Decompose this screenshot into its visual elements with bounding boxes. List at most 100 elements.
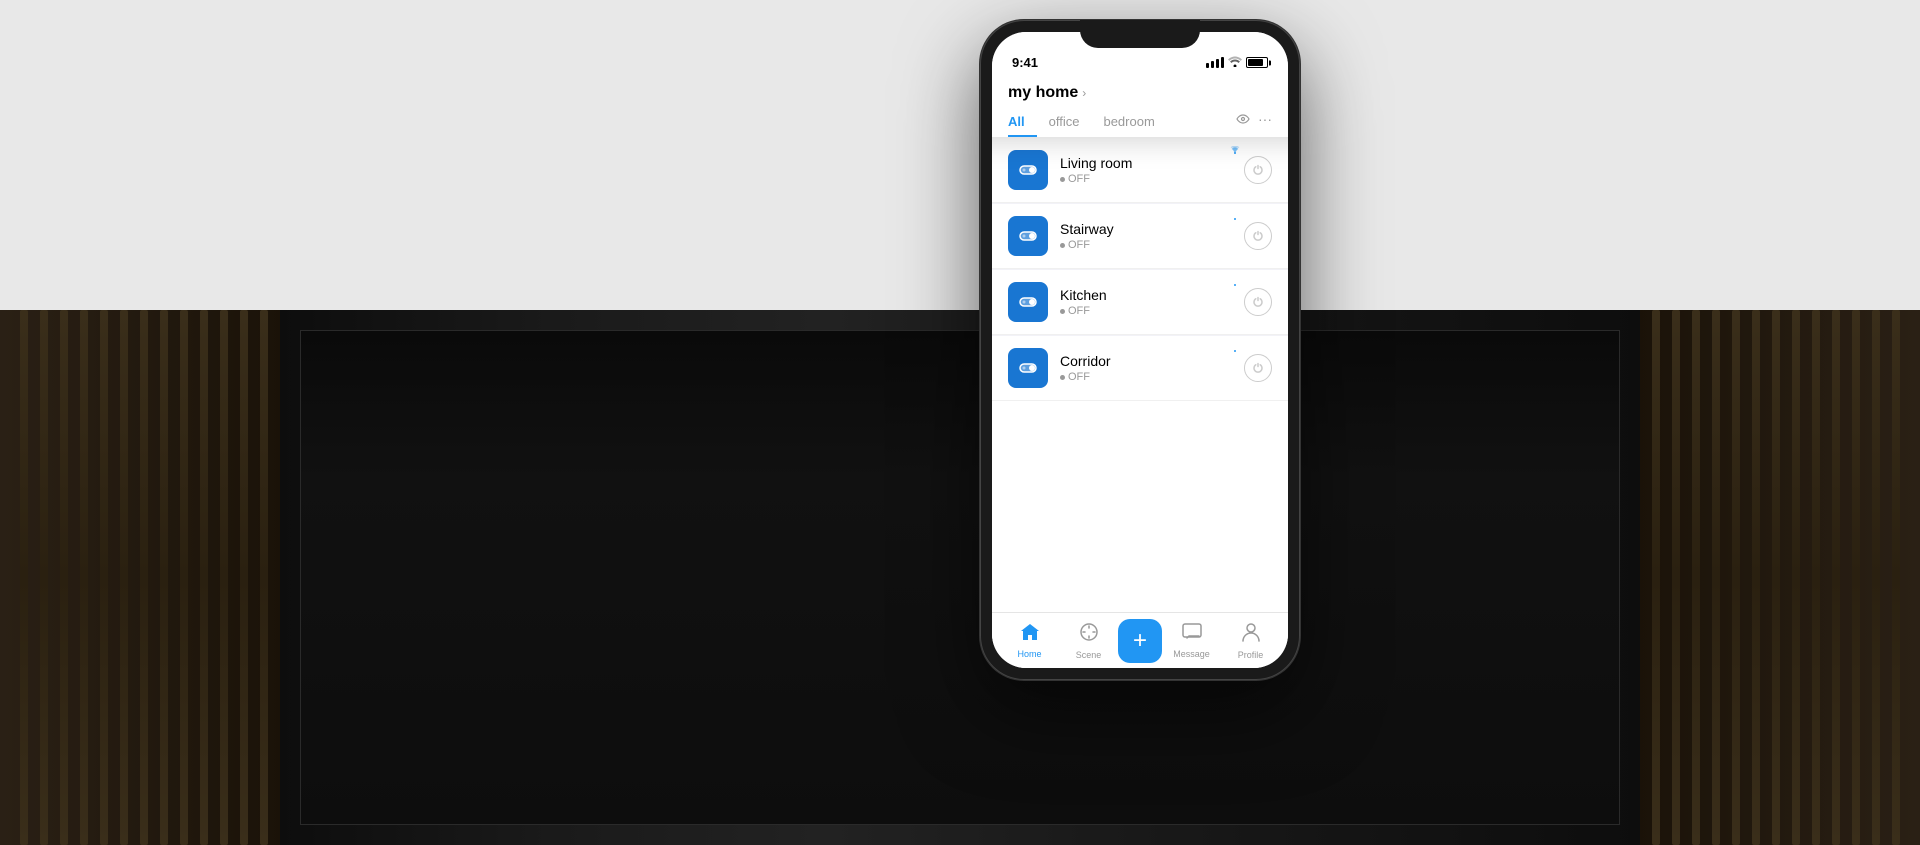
- glass-center: [280, 310, 1640, 845]
- device-list-container: All the lights OFF: [992, 138, 1288, 401]
- power-button-stairway[interactable]: [1244, 222, 1272, 250]
- slats-right: [1600, 310, 1920, 845]
- message-icon: [1182, 623, 1202, 647]
- slat: [1812, 310, 1820, 845]
- status-time: 9:41: [1012, 55, 1038, 70]
- wifi-icon: [1228, 55, 1242, 70]
- add-icon: +: [1133, 629, 1147, 653]
- slat: [1732, 310, 1740, 845]
- status-icons: [1206, 55, 1268, 70]
- nav-add-button[interactable]: +: [1118, 619, 1162, 663]
- wifi-indicator-icon: [1230, 344, 1240, 355]
- eye-icon[interactable]: [1236, 111, 1250, 127]
- nav-item-profile[interactable]: Profile: [1221, 622, 1280, 660]
- signal-bar-3: [1216, 59, 1219, 68]
- slat: [260, 310, 268, 845]
- device-icon-kitchen: [1008, 282, 1048, 322]
- device-info-corridor: Corridor OFF: [1060, 353, 1244, 383]
- status-dot: [1060, 309, 1065, 314]
- wifi-indicator-icon: [1230, 212, 1240, 223]
- slat: [220, 310, 228, 845]
- power-button-kitchen[interactable]: [1244, 288, 1272, 316]
- device-info-living-room: Living room OFF: [1060, 155, 1244, 185]
- app-header: my home › All office bedroom: [992, 76, 1288, 138]
- slat: [1792, 310, 1800, 845]
- slat: [1872, 310, 1880, 845]
- slat: [180, 310, 188, 845]
- device-item-corridor: Corridor OFF: [992, 336, 1288, 401]
- slats-left: [0, 310, 320, 845]
- slat: [240, 310, 248, 845]
- profile-icon: [1242, 622, 1260, 648]
- device-name-corridor: Corridor: [1060, 353, 1244, 369]
- my-home-row[interactable]: my home ›: [1008, 84, 1272, 108]
- slat: [60, 310, 68, 845]
- more-icon[interactable]: ···: [1258, 111, 1272, 127]
- tab-actions: ···: [1236, 111, 1272, 135]
- slat: [1892, 310, 1900, 845]
- slat: [1692, 310, 1700, 845]
- slat: [1772, 310, 1780, 845]
- device-item-stairway: Stairway OFF: [992, 204, 1288, 269]
- battery-fill: [1248, 59, 1263, 66]
- device-icon-corridor: [1008, 348, 1048, 388]
- slat: [100, 310, 108, 845]
- status-dot: [1060, 177, 1065, 182]
- my-home-title: my home: [1008, 84, 1078, 102]
- device-icon-living-room: [1008, 150, 1048, 190]
- chevron-right-icon: ›: [1082, 86, 1086, 100]
- tab-bedroom[interactable]: bedroom: [1091, 108, 1166, 137]
- phone-notch: [1080, 20, 1200, 48]
- slat: [1852, 310, 1860, 845]
- glass-interior: [300, 330, 1620, 825]
- nav-label-profile: Profile: [1238, 650, 1264, 660]
- wifi-indicator-icon: [1230, 278, 1240, 289]
- tab-all[interactable]: All: [1008, 108, 1037, 137]
- slat: [1712, 310, 1720, 845]
- nav-label-scene: Scene: [1076, 650, 1102, 660]
- phone-wrapper: 9:41: [980, 20, 1300, 680]
- slat: [40, 310, 48, 845]
- slat: [20, 310, 28, 845]
- tab-office[interactable]: office: [1037, 108, 1092, 137]
- device-name-stairway: Stairway: [1060, 221, 1244, 237]
- bottom-nav: Home Scene +: [992, 612, 1288, 668]
- signal-bars-icon: [1206, 57, 1224, 68]
- home-icon: [1020, 623, 1040, 647]
- signal-bar-2: [1211, 61, 1214, 68]
- wifi-indicator-icon: [1230, 146, 1240, 157]
- device-info-kitchen: Kitchen OFF: [1060, 287, 1244, 317]
- slat: [1672, 310, 1680, 845]
- nav-item-home[interactable]: Home: [1000, 623, 1059, 659]
- device-status-kitchen: OFF: [1060, 305, 1244, 317]
- device-status-corridor: OFF: [1060, 371, 1244, 383]
- slat: [120, 310, 128, 845]
- nav-label-home: Home: [1017, 649, 1041, 659]
- slat: [1652, 310, 1660, 845]
- battery-icon: [1246, 57, 1268, 68]
- slat: [80, 310, 88, 845]
- device-list: All the lights OFF: [992, 138, 1288, 668]
- signal-bar-1: [1206, 63, 1209, 68]
- device-item-kitchen: Kitchen OFF: [992, 270, 1288, 335]
- background: [0, 0, 1920, 845]
- slat: [160, 310, 168, 845]
- device-item-living-room: Living room OFF: [992, 138, 1288, 203]
- signal-bar-4: [1221, 57, 1224, 68]
- device-name-living-room: Living room: [1060, 155, 1244, 171]
- power-button-corridor[interactable]: [1244, 354, 1272, 382]
- device-icon-stairway: [1008, 216, 1048, 256]
- device-info-stairway: Stairway OFF: [1060, 221, 1244, 251]
- status-dot: [1060, 375, 1065, 380]
- scene-icon: [1079, 622, 1099, 648]
- device-status-living-room: OFF: [1060, 173, 1244, 185]
- bg-top: [0, 0, 1920, 310]
- slat: [140, 310, 148, 845]
- nav-item-message[interactable]: Message: [1162, 623, 1221, 659]
- slat: [200, 310, 208, 845]
- nav-item-scene[interactable]: Scene: [1059, 622, 1118, 660]
- slat: [1832, 310, 1840, 845]
- bg-bottom: [0, 310, 1920, 845]
- device-name-kitchen: Kitchen: [1060, 287, 1244, 303]
- power-button-living-room[interactable]: [1244, 156, 1272, 184]
